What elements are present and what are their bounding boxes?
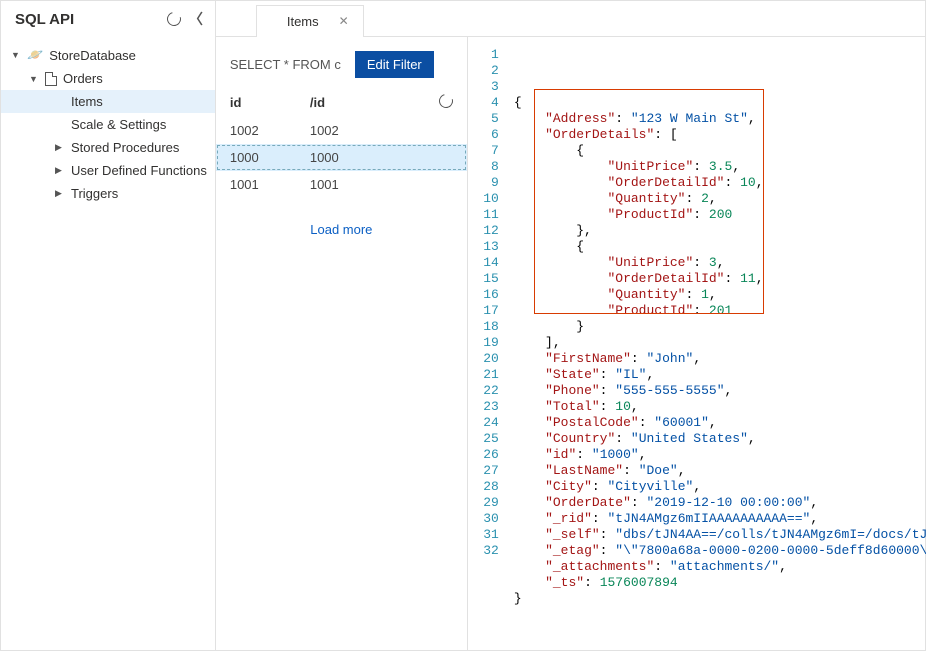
caret-right-icon: ▶ <box>55 188 65 199</box>
collection-label: Orders <box>63 71 103 86</box>
sidebar-item-label: Stored Procedures <box>71 140 179 155</box>
caret-right-icon: ▶ <box>55 142 65 153</box>
sidebar: SQL API 〈 ▼ 🪐 StoreDatabase ▼ Orders Ite… <box>1 1 216 650</box>
api-title: SQL API <box>15 11 74 28</box>
tab-bar: Items ✕ <box>216 1 926 37</box>
database-node[interactable]: ▼ 🪐 StoreDatabase <box>1 43 215 67</box>
collapse-icon[interactable]: 〈 <box>189 9 203 29</box>
sidebar-item-label: Items <box>71 94 103 109</box>
items-pane: SELECT * FROM c Edit Filter id /id 10021… <box>216 37 468 650</box>
load-more-link[interactable]: Load more <box>216 198 467 261</box>
caret-down-icon: ▼ <box>29 74 39 84</box>
caret-down-icon: ▼ <box>11 50 21 60</box>
code-area[interactable]: { "Address": "123 W Main St", "OrderDeta… <box>514 47 926 650</box>
database-label: StoreDatabase <box>49 48 136 63</box>
line-gutter: 1234567891011121314151617181920212223242… <box>468 47 514 650</box>
table-row[interactable]: 10011001 <box>216 171 467 198</box>
json-editor[interactable]: 1234567891011121314151617181920212223242… <box>468 37 926 650</box>
sidebar-header: SQL API 〈 <box>1 1 215 37</box>
sidebar-item-label: Triggers <box>71 186 118 201</box>
sidebar-item-label: Scale & Settings <box>71 117 166 132</box>
items-grid: id /id 100210021000100010011001 <box>216 88 467 198</box>
table-row[interactable]: 10021002 <box>216 117 467 144</box>
sidebar-item[interactable]: Items <box>1 90 215 113</box>
tab-label: Items <box>287 14 319 29</box>
close-icon[interactable]: ✕ <box>339 14 349 28</box>
collection-node[interactable]: ▼ Orders <box>1 67 215 90</box>
edit-filter-button[interactable]: Edit Filter <box>355 51 434 78</box>
sidebar-item[interactable]: ▶ Triggers <box>1 182 215 205</box>
sidebar-item[interactable]: Scale & Settings <box>1 113 215 136</box>
sidebar-item[interactable]: ▶ User Defined Functions <box>1 159 215 182</box>
database-icon: 🪐 <box>27 47 43 63</box>
refresh-icon[interactable] <box>436 91 455 110</box>
col-id-header[interactable]: id <box>230 95 310 110</box>
table-row[interactable]: 10001000 <box>216 144 467 171</box>
refresh-icon[interactable] <box>164 9 183 28</box>
tab-items[interactable]: Items ✕ <box>256 5 364 37</box>
document-icon <box>45 72 57 86</box>
filter-query: SELECT * FROM c <box>230 57 341 72</box>
sidebar-item-label: User Defined Functions <box>71 163 207 178</box>
caret-right-icon: ▶ <box>55 165 65 176</box>
sidebar-item[interactable]: ▶ Stored Procedures <box>1 136 215 159</box>
resource-tree: ▼ 🪐 StoreDatabase ▼ Orders Items Scale & … <box>1 37 215 205</box>
main-panel: Items ✕ SELECT * FROM c Edit Filter id /… <box>216 1 926 650</box>
col-partition-header[interactable]: /id <box>310 95 433 110</box>
